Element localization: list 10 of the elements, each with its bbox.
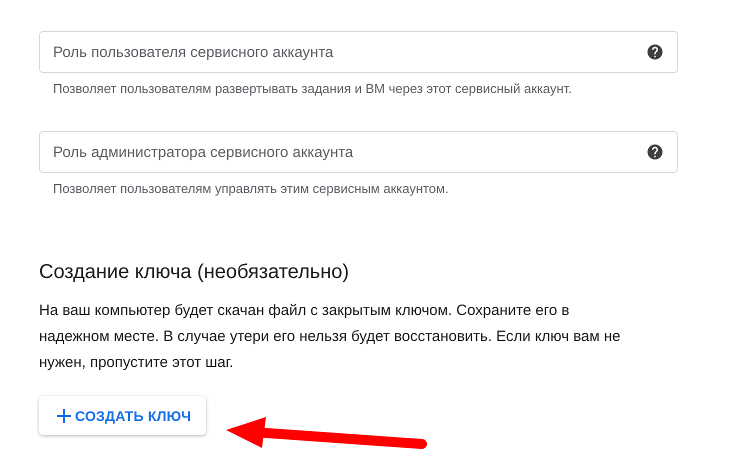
role-field[interactable]: Роль пользователя сервисного аккаунта <box>39 31 678 73</box>
role-field[interactable]: Роль администратора сервисного аккаунта <box>39 131 678 173</box>
help-icon[interactable] <box>646 143 664 161</box>
create-key-button[interactable]: СОЗДАТЬ КЛЮЧ <box>39 396 206 435</box>
help-text: Позволяет пользователям управлять этим сервисным аккаунтом. <box>53 180 450 198</box>
help-icon[interactable] <box>646 43 664 61</box>
section-description: На ваш компьютер будет скачан файл с закрытым ключом. Сохраните его в надежном месте. В случае утери его нельзя будет восстановить. Если ключ вам не нужен, пропустите этот шаг. <box>39 301 622 373</box>
help-text: Позволяет пользователям развертывать задания и ВМ через этот сервисный аккаунт. <box>53 80 573 98</box>
plus-icon <box>56 408 72 424</box>
section-heading: Создание ключа (необязательно) <box>39 260 350 284</box>
